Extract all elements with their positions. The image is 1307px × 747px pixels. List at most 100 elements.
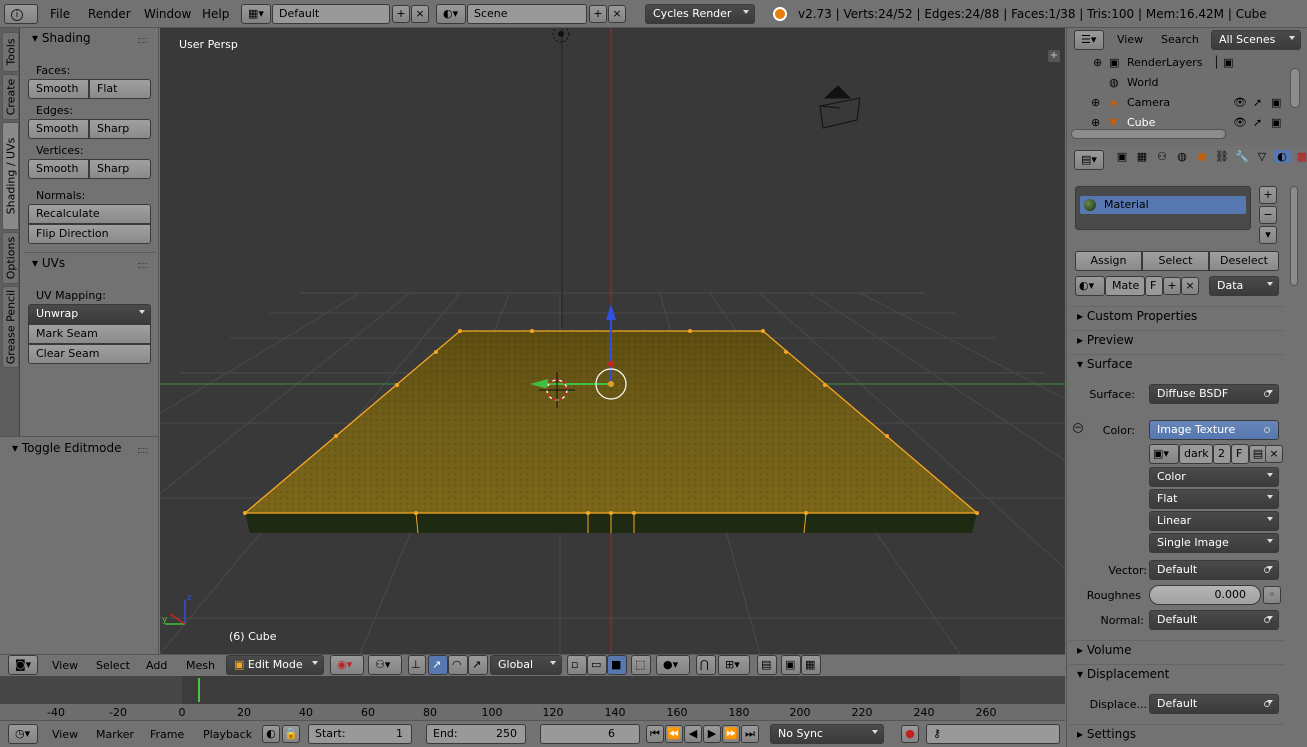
screen-layout-field[interactable]: Default [272, 4, 390, 24]
normal-input-select[interactable]: Default [1149, 610, 1279, 630]
roughness-slider[interactable]: 0.000 [1149, 585, 1261, 605]
vertex-select-button[interactable]: ▫ [567, 655, 587, 675]
render-tab-icon[interactable]: ▣ [1113, 150, 1131, 163]
edges-smooth-button[interactable]: Smooth [28, 119, 89, 139]
tab-shading-uvs[interactable]: Shading / UVs [2, 122, 19, 230]
data-tab-icon[interactable]: ▽ [1253, 150, 1271, 163]
shading-panel-header[interactable]: ▾ Shading [32, 31, 91, 45]
menu-file[interactable]: File [50, 0, 70, 28]
timeline-ruler[interactable]: -40 -20 0 20 40 60 80 100 120 140 160 18… [0, 704, 1065, 720]
jump-keyframe-back-icon[interactable]: ⏪ [665, 725, 683, 743]
cursor-select-icon[interactable]: ➚ [1253, 93, 1262, 113]
menu-playback[interactable]: Playback [203, 721, 252, 747]
jump-start-icon[interactable]: ⏮ [646, 725, 664, 743]
mesh-select-mode-button[interactable]: ▤ [757, 655, 777, 675]
outliner-horizontal-scrollbar[interactable] [1071, 129, 1226, 139]
menu-marker[interactable]: Marker [96, 721, 134, 747]
edges-sharp-button[interactable]: Sharp [89, 119, 151, 139]
new-material-icon[interactable]: + [1163, 277, 1181, 295]
panel-header-settings[interactable]: ▸ Settings [1069, 724, 1284, 744]
screen-layout-browse-button[interactable]: ▦▾ [241, 4, 271, 24]
projection-select[interactable]: Flat [1149, 489, 1279, 509]
viewport-shading-button[interactable]: ◉▾ [330, 655, 364, 675]
panel-header-surface[interactable]: ▾ Surface [1069, 354, 1284, 374]
cursor-select-icon[interactable]: ➚ [1253, 113, 1262, 133]
editor-type-outliner-button[interactable]: ☰▾ [1074, 30, 1104, 50]
render-engine-select[interactable]: Cycles Render [645, 4, 755, 24]
snap-toggle-button[interactable]: ⋂ [696, 655, 716, 675]
face-select-button[interactable]: ■ [607, 655, 627, 675]
menu-select[interactable]: Select [96, 655, 130, 677]
list-resize-grip-icon[interactable] [1168, 217, 1182, 222]
keying-set-field[interactable]: ⚷ [926, 724, 1060, 744]
scene-browse-button[interactable]: ◐▾ [436, 4, 466, 24]
slot-specials-icon[interactable]: ▾ [1259, 226, 1277, 244]
panel-header-preview[interactable]: ▸ Preview [1069, 330, 1284, 350]
object-tab-icon[interactable]: ◼ [1193, 150, 1211, 163]
image-users-field[interactable]: 2 [1213, 444, 1231, 464]
constraints-tab-icon[interactable]: ⛓ [1213, 150, 1231, 163]
start-frame-field[interactable]: Start: 1 [308, 724, 412, 744]
panel-grip-icon[interactable] [138, 263, 148, 268]
tab-tools[interactable]: Tools [2, 32, 19, 72]
menu-help[interactable]: Help [202, 0, 229, 28]
panel-grip-icon[interactable] [138, 38, 148, 43]
editor-type-3dview-button[interactable]: ◙▾ [8, 655, 38, 675]
lock-icon[interactable]: 🔒 [282, 725, 300, 743]
material-slot-item[interactable]: Material [1080, 196, 1246, 214]
editor-type-properties-button[interactable]: ▤▾ [1074, 150, 1104, 170]
vertices-smooth-button[interactable]: Smooth [28, 159, 89, 179]
remove-layout-icon[interactable]: × [411, 5, 429, 23]
displacement-input-select[interactable]: Default [1149, 694, 1279, 714]
menu-outliner-search[interactable]: Search [1161, 28, 1199, 52]
material-fake-user-button[interactable]: F [1145, 276, 1163, 296]
uvs-panel-header[interactable]: ▾ UVs [32, 256, 65, 270]
assign-button[interactable]: Assign [1075, 251, 1142, 271]
rotate-manipulator-button[interactable]: ◠ [448, 655, 468, 675]
panel-header-volume[interactable]: ▸ Volume [1069, 640, 1284, 660]
add-layout-icon[interactable]: + [392, 5, 410, 23]
source-select[interactable]: Single Image [1149, 533, 1279, 553]
eye-icon[interactable]: 👁 [1233, 93, 1247, 113]
editor-type-info-button[interactable]: i [4, 4, 38, 24]
color-input-select[interactable]: Image Texture [1149, 420, 1279, 440]
record-icon[interactable]: ● [901, 725, 919, 743]
unlink-image-icon[interactable]: × [1265, 445, 1283, 463]
flip-direction-button[interactable]: Flip Direction [28, 224, 151, 244]
remove-slot-icon[interactable]: − [1259, 206, 1277, 224]
pivot-point-button[interactable]: ⚇▾ [368, 655, 402, 675]
current-frame-field[interactable]: 6 [540, 724, 640, 744]
remove-scene-icon[interactable]: × [608, 5, 626, 23]
render-preview-button[interactable]: ▣ [781, 655, 801, 675]
vertices-sharp-button[interactable]: Sharp [89, 159, 151, 179]
recalculate-normals-button[interactable]: Recalculate [28, 204, 151, 224]
render-camera-icon[interactable]: ▣ [1271, 93, 1281, 113]
jump-end-icon[interactable]: ⏭ [741, 725, 759, 743]
translate-manipulator-button[interactable]: ↗ [428, 655, 448, 675]
renderlayers-tab-icon[interactable]: ▦ [1133, 150, 1151, 163]
material-slot-list[interactable]: Material [1075, 186, 1251, 230]
menu-timeline-view[interactable]: View [52, 721, 78, 747]
panel-header-custom-properties[interactable]: ▸ Custom Properties [1069, 306, 1284, 326]
menu-outliner-view[interactable]: View [1117, 28, 1143, 52]
texture-tab-icon[interactable]: ▩ [1293, 150, 1307, 163]
outliner-filter-select[interactable]: All Scenes [1211, 30, 1301, 50]
outliner-vertical-scrollbar[interactable] [1290, 68, 1300, 108]
select-button[interactable]: Select [1142, 251, 1209, 271]
image-name-field[interactable]: dark [1179, 444, 1213, 464]
timeline-area[interactable]: -40 -20 0 20 40 60 80 100 120 140 160 18… [0, 676, 1065, 720]
faces-smooth-button[interactable]: Smooth [28, 79, 89, 99]
play-reverse-icon[interactable]: ◀ [684, 725, 702, 743]
editor-type-timeline-button[interactable]: ◷▾ [8, 724, 38, 744]
toggle-editmode-header[interactable]: ▾ Toggle Editmode [12, 441, 122, 455]
tab-options[interactable]: Options [2, 232, 19, 284]
surface-shader-select[interactable]: Diffuse BSDF [1149, 384, 1279, 404]
clear-seam-button[interactable]: Clear Seam [28, 344, 151, 364]
menu-render[interactable]: Render [88, 0, 131, 28]
material-browse-button[interactable]: ◐▾ [1075, 276, 1105, 296]
outliner-item-camera[interactable]: ⊕ ◈ Camera 👁 ➚ ▣ [1067, 93, 1292, 113]
add-slot-icon[interactable]: + [1259, 186, 1277, 204]
deselect-button[interactable]: Deselect [1209, 251, 1279, 271]
material-name-field[interactable]: Mate [1105, 276, 1145, 296]
interpolation-select[interactable]: Linear [1149, 511, 1279, 531]
